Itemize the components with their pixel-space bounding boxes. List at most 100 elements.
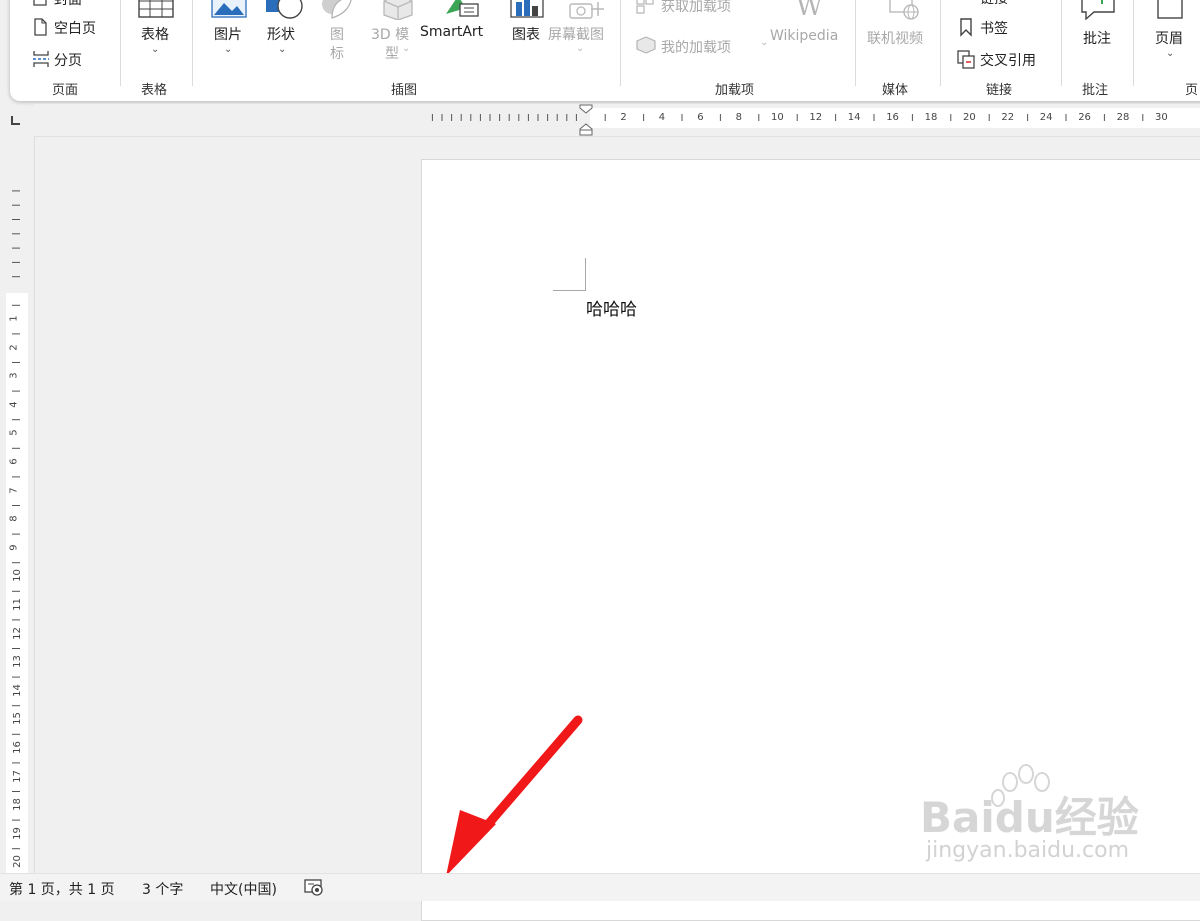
ruler-number: 16 <box>11 741 23 754</box>
group-separator <box>1061 0 1062 86</box>
ruler-number: 20 <box>11 855 23 869</box>
text-boundary-corner <box>553 258 586 291</box>
ruler-number: 22 <box>1001 112 1015 123</box>
vertical-ruler[interactable]: 1 2 3 4 5 6 7 8 9 10 11 12 13 14 15 16 17 18 19 20 <box>0 136 35 875</box>
group-label-links: 链接 <box>986 83 1013 98</box>
chevron-down-icon: ⌄ <box>278 44 287 55</box>
indent-marker[interactable] <box>579 104 593 140</box>
chevron-down-icon: ⌄ <box>151 44 160 55</box>
ruler-number: 14 <box>847 112 861 123</box>
camera-plus-icon <box>568 0 604 20</box>
smartart-icon <box>444 0 480 18</box>
ruler-number: 30 <box>1155 112 1168 123</box>
icons-button[interactable]: 图 标 <box>314 0 354 67</box>
comment-icon <box>1080 0 1116 20</box>
ruler-active-area <box>6 293 28 875</box>
group-label-addins: 加载项 <box>715 83 755 98</box>
smartart-button[interactable]: SmartArt <box>420 0 500 52</box>
cross-reference-button[interactable]: 交叉引用 <box>956 49 1056 71</box>
leaf-icon <box>318 0 354 20</box>
online-video-button[interactable]: 联机视频 <box>867 0 937 52</box>
table-icon <box>138 0 174 18</box>
group-label-illustrations: 插图 <box>391 83 418 98</box>
ruler-number: 10 <box>11 569 23 583</box>
comment-button[interactable]: 批注 <box>1074 0 1124 52</box>
ruler-number: 1 <box>8 315 20 322</box>
ruler-number: 2 <box>620 112 627 123</box>
ruler-number: 12 <box>11 626 23 640</box>
chevron-down-icon: ⌄ <box>576 43 585 54</box>
pictures-button[interactable]: 图片 ⌄ <box>206 0 252 67</box>
page-count-status[interactable]: 第 1 页，共 1 页 <box>9 879 115 899</box>
cross-reference-icon <box>956 49 976 69</box>
ruler-number: 26 <box>1078 112 1091 123</box>
ruler-number: 19 <box>11 826 23 840</box>
vertical-ruler-ticks <box>6 190 28 875</box>
header-button[interactable]: 页眉 ⌄ <box>1150 0 1200 67</box>
watermark: Baidu经验 jingyan.baidu.com <box>920 760 1140 870</box>
link-button[interactable]: 链接 <box>956 0 1056 8</box>
table-button[interactable]: 表格 ⌄ <box>132 0 186 67</box>
group-separator <box>620 0 621 86</box>
accessibility-check-icon[interactable] <box>304 878 324 900</box>
ruler-number: 8 <box>735 112 742 123</box>
bookmark-button[interactable]: 书签 <box>956 17 1056 39</box>
grid-plus-icon <box>636 0 654 14</box>
my-addins-button[interactable]: 我的加载项 ⌄ <box>636 35 776 57</box>
wikipedia-button[interactable]: W Wikipedia <box>770 0 850 52</box>
horizontal-ruler-ticks <box>431 108 1200 128</box>
page-break-icon <box>32 49 50 69</box>
page-break-button[interactable]: 分页 <box>32 49 122 71</box>
ruler-number: 10 <box>771 112 784 123</box>
watermark-brand: Baidu经验 <box>920 793 1139 842</box>
group-separator <box>940 0 941 86</box>
group-separator <box>1133 0 1134 86</box>
group-separator <box>192 0 193 86</box>
video-globe-icon <box>887 0 921 20</box>
ruler-number: 3 <box>8 372 20 379</box>
word-count-status[interactable]: 3 个字 <box>142 879 183 899</box>
group-separator <box>120 0 121 86</box>
language-status[interactable]: 中文(中国) <box>210 879 277 899</box>
group-label-header-footer: 页 <box>1185 83 1199 98</box>
ruler-number: 4 <box>658 112 666 123</box>
ruler-number: 16 <box>886 112 899 123</box>
chevron-down-icon: ⌄ <box>1166 48 1175 59</box>
chart-button[interactable]: 图表 <box>504 0 550 52</box>
group-label-pages: 页面 <box>52 83 79 98</box>
ruler-number: 18 <box>924 112 938 123</box>
group-label-tables: 表格 <box>141 83 168 98</box>
ruler-number: 7 <box>8 486 20 494</box>
chevron-down-icon: ⌄ <box>402 43 411 54</box>
ruler-number: 8 <box>8 515 20 522</box>
tab-selector[interactable] <box>0 104 34 136</box>
chevron-down-icon: ⌄ <box>760 37 769 48</box>
annotation-arrow <box>446 715 583 876</box>
ruler-number: 14 <box>11 683 23 697</box>
screenshot-button[interactable]: 屏幕截图 ⌄ <box>546 0 616 67</box>
ruler-number: 13 <box>11 655 23 669</box>
ruler-number: 15 <box>11 712 23 726</box>
shapes-icon <box>264 0 304 20</box>
blank-page-icon <box>32 17 48 37</box>
ruler-number: 9 <box>8 544 20 551</box>
document-text[interactable]: 哈哈哈 <box>586 295 637 320</box>
horizontal-ruler[interactable]: 2 4 6 8 10 12 14 16 18 20 22 24 26 28 30 <box>34 104 1200 137</box>
group-label-media: 媒体 <box>882 83 909 98</box>
cover-page-icon <box>32 0 48 7</box>
3d-models-button[interactable]: 3D 模 型 ⌄ <box>366 0 426 67</box>
bar-chart-icon <box>510 0 544 18</box>
ruler-number: 11 <box>11 598 23 611</box>
shapes-button[interactable]: 形状 ⌄ <box>260 0 306 67</box>
status-bar: 第 1 页，共 1 页 3 个字 中文(中国) <box>0 873 1200 901</box>
ruler-number: 6 <box>697 112 704 123</box>
wikipedia-icon: W <box>796 0 823 22</box>
header-page-icon <box>1156 0 1186 20</box>
ribbon: 封面 空白页 分页 页面 表格 ⌄ 表格 图片 ⌄ 形状 ⌄ 图 标 3D 模 … <box>10 0 1200 101</box>
chevron-down-icon: ⌄ <box>224 44 233 55</box>
ruler-number: 28 <box>1116 112 1130 123</box>
blank-page-button[interactable]: 空白页 <box>32 17 122 39</box>
get-addins-button[interactable]: 获取加载项 <box>636 0 756 18</box>
picture-icon <box>211 0 247 18</box>
ruler-number: 6 <box>8 458 20 465</box>
